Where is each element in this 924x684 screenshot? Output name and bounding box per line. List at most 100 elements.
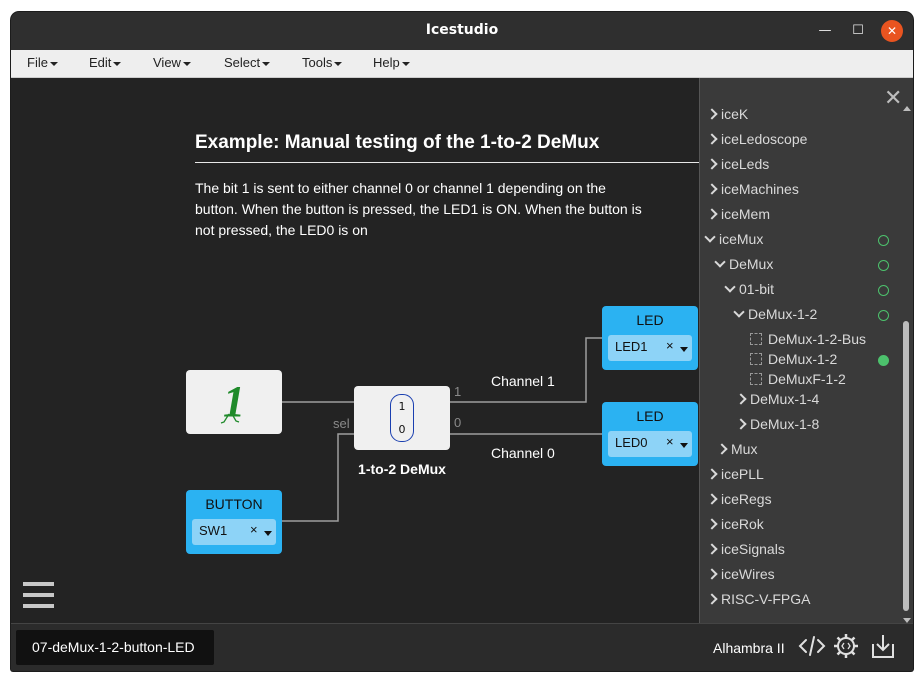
constant-block[interactable]: 1: [186, 370, 282, 434]
board-name[interactable]: Alhambra II: [713, 640, 785, 656]
dropdown-arrow-icon[interactable]: [680, 443, 688, 448]
menu-view[interactable]: View: [153, 55, 191, 70]
port-0-label: 0: [454, 415, 462, 430]
tree-item-iceregs[interactable]: iceRegs: [706, 491, 772, 511]
clear-icon[interactable]: ×: [666, 338, 674, 353]
caret-down-icon: [334, 61, 343, 66]
menu-help-label: Help: [373, 55, 400, 70]
design-canvas[interactable]: Example: Manual testing of the 1-to-2 De…: [11, 78, 699, 623]
hamburger-bar: [23, 604, 54, 608]
download-icon[interactable]: [869, 632, 897, 660]
clear-icon[interactable]: ×: [250, 522, 258, 537]
led1-block[interactable]: LED LED1 ×: [602, 306, 698, 370]
tree-item-01-bit[interactable]: 01-bit: [724, 281, 900, 301]
button-block[interactable]: BUTTON SW1 ×: [186, 490, 282, 554]
menu-edit-label: Edit: [89, 55, 112, 70]
tree-item-demux-1-2-bus[interactable]: DeMux-1-2-Bus: [750, 331, 866, 351]
demux-symbol-1: 1: [398, 400, 406, 413]
tree-item-icemachines[interactable]: iceMachines: [706, 181, 799, 201]
clear-icon[interactable]: ×: [666, 434, 674, 449]
led1-pin-value: LED1: [615, 339, 648, 354]
tree-item-icesignals[interactable]: iceSignals: [706, 541, 785, 561]
led1-pin-select[interactable]: LED1 ×: [608, 335, 692, 361]
chevron-right-icon: [706, 183, 718, 195]
tree-item-label: Mux: [731, 441, 758, 457]
tree-item-label: DeMuxF-1-2: [768, 371, 846, 387]
chip-icon: [750, 372, 762, 385]
window-title: Icestudio: [425, 22, 499, 38]
tree-item-demux-1-2[interactable]: DeMux-1-2: [750, 351, 900, 371]
tree-item-iceledoscope[interactable]: iceLedoscope: [706, 131, 807, 151]
tree-item-demux-1-4[interactable]: DeMux-1-4: [735, 391, 820, 411]
tree-item-demuxf-1-2[interactable]: DeMuxF-1-2: [750, 371, 846, 391]
scroll-up-icon[interactable]: [903, 106, 911, 111]
tree-item-icemux[interactable]: iceMux: [704, 231, 900, 251]
sidebar-scrollbar[interactable]: [900, 106, 912, 623]
menu-help[interactable]: Help: [373, 55, 410, 70]
wire-button-to-sel: [282, 433, 354, 522]
minimize-button[interactable]: —: [814, 20, 836, 42]
close-window-button[interactable]: ✕: [881, 20, 903, 42]
tree-item-iceleds[interactable]: iceLeds: [706, 156, 770, 176]
file-name: 07-deMux-1-2-button-LED: [32, 639, 195, 655]
chevron-right-icon: [706, 468, 718, 480]
status-outline-icon: [878, 285, 889, 296]
tree-item-mux[interactable]: Mux: [716, 441, 758, 461]
dropdown-arrow-icon[interactable]: [264, 531, 272, 536]
chevron-right-icon: [706, 208, 718, 220]
tree-item-demux-1-2-folder[interactable]: DeMux-1-2: [733, 306, 900, 326]
chevron-down-icon: [724, 281, 736, 293]
chevron-right-icon: [706, 133, 718, 145]
caret-down-icon: [262, 61, 271, 66]
tree-item-label: iceLeds: [721, 156, 770, 172]
tree-item-risc-v-fpga[interactable]: RISC-V-FPGA: [706, 591, 810, 611]
menu-select-label: Select: [224, 55, 261, 70]
menu-view-label: View: [153, 55, 181, 70]
dropdown-arrow-icon[interactable]: [680, 347, 688, 352]
tree-item-label: iceWires: [721, 566, 775, 582]
chevron-right-icon: [706, 543, 718, 555]
tree-item-icerok[interactable]: iceRok: [706, 516, 764, 536]
caret-down-icon: [401, 61, 410, 66]
chevron-right-icon: [716, 443, 728, 455]
menu-tools[interactable]: Tools: [302, 55, 343, 70]
chip-icon: [750, 332, 762, 345]
status-outline-icon: [878, 310, 889, 321]
tree-item-label: DeMux-1-4: [750, 391, 820, 407]
tree-item-label: DeMux-1-8: [750, 416, 820, 432]
chevron-right-icon: [706, 568, 718, 580]
tree-item-icewires[interactable]: iceWires: [706, 566, 775, 586]
chevron-right-icon: [735, 418, 747, 430]
tree-item-label: iceRegs: [721, 491, 772, 507]
tree-item-label: DeMux-1-2: [768, 351, 838, 367]
tree-item-demux[interactable]: DeMux: [714, 256, 900, 276]
tree-item-demux-1-8[interactable]: DeMux-1-8: [735, 416, 820, 436]
tree-item-icemem[interactable]: iceMem: [706, 206, 770, 226]
wire-demux-out1-to-led1: [450, 337, 602, 403]
demux-symbol-0: 0: [398, 423, 406, 436]
port-1-label: 1: [454, 384, 462, 399]
led0-pin-select[interactable]: LED0 ×: [608, 431, 692, 457]
menu-file[interactable]: File: [27, 55, 58, 70]
button-pin-select[interactable]: SW1 ×: [192, 519, 276, 545]
tree-item-label: iceSignals: [721, 541, 785, 557]
menu-edit[interactable]: Edit: [89, 55, 122, 70]
caret-down-icon: [182, 61, 191, 66]
scrollbar-thumb[interactable]: [903, 321, 909, 611]
demux-symbol: 1 0: [390, 394, 414, 442]
chevron-right-icon: [706, 493, 718, 505]
demux-block[interactable]: 1 0: [354, 386, 450, 450]
menu-file-label: File: [27, 55, 48, 70]
settings-gear-icon[interactable]: [832, 632, 860, 660]
menu-select[interactable]: Select: [224, 55, 271, 70]
channel-1-label: Channel 1: [491, 373, 555, 389]
maximize-button[interactable]: ☐: [847, 20, 869, 42]
file-tab[interactable]: 07-deMux-1-2-button-LED: [16, 630, 214, 665]
chip-icon: [750, 352, 762, 365]
tree-item-icek[interactable]: iceK: [706, 106, 748, 126]
hamburger-bar: [23, 582, 54, 586]
hamburger-menu-icon[interactable]: [23, 582, 54, 615]
led0-block[interactable]: LED LED0 ×: [602, 402, 698, 466]
code-icon[interactable]: [798, 632, 826, 660]
tree-item-icepll[interactable]: icePLL: [706, 466, 764, 486]
